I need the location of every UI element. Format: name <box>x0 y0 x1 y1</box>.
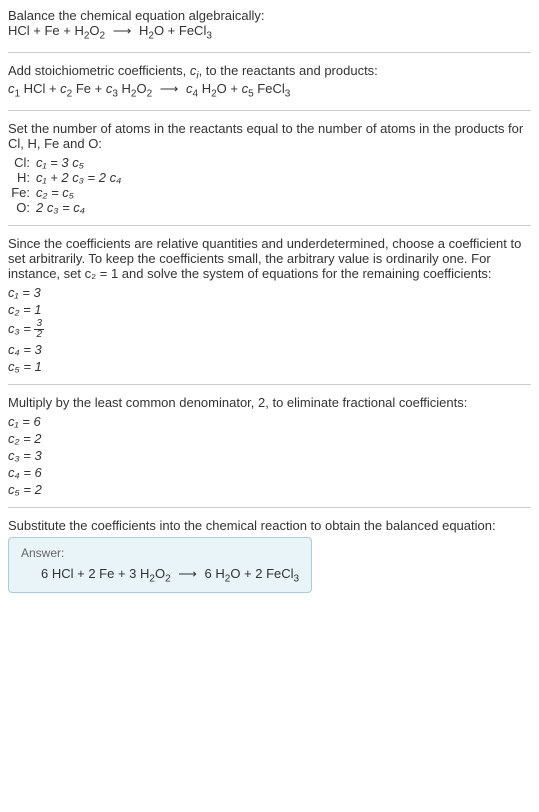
atom-equation: c₂ = c₅ <box>36 185 531 200</box>
coeff-list: c₁ = 6 c₂ = 2 c₃ = 3 c₄ = 6 c₅ = 2 <box>8 414 531 497</box>
divider <box>8 52 531 53</box>
coeff-row: c₃ = 32 <box>8 319 531 340</box>
coeff-row: c₅ = 1 <box>8 359 531 374</box>
atom-label: H: <box>8 170 36 185</box>
answer-label: Answer: <box>21 546 299 560</box>
multiply-text: Multiply by the least common denominator… <box>8 395 531 410</box>
answer-box: Answer: 6 HCl + 2 Fe + 3 H2O2 ⟶ 6 H2O + … <box>8 537 312 594</box>
substitute-section: Substitute the coefficients into the che… <box>8 518 531 594</box>
coeff-row: c₃ = 3 <box>8 448 531 463</box>
atom-equation: 2 c₃ = c₄ <box>36 200 531 215</box>
atom-label: O: <box>8 200 36 215</box>
divider <box>8 110 531 111</box>
arrow-icon: ⟶ <box>178 566 197 582</box>
atoms-section: Set the number of atoms in the reactants… <box>8 121 531 215</box>
substitute-text: Substitute the coefficients into the che… <box>8 518 531 533</box>
arrow-icon: ⟶ <box>160 81 179 97</box>
divider <box>8 384 531 385</box>
atom-equation: c₁ = 3 c₅ <box>36 155 531 170</box>
coeff-row: c₂ = 2 <box>8 431 531 446</box>
answer-equation: 6 HCl + 2 Fe + 3 H2O2 ⟶ 6 H2O + 2 FeCl3 <box>21 566 299 585</box>
coeff-row: c₄ = 3 <box>8 342 531 357</box>
stoich-section: Add stoichiometric coefficients, ci, to … <box>8 63 531 100</box>
coeff-row: c₁ = 6 <box>8 414 531 429</box>
choose-text: Since the coefficients are relative quan… <box>8 236 531 281</box>
arrow-icon: ⟶ <box>113 23 132 39</box>
fraction: 32 <box>34 319 44 340</box>
divider <box>8 507 531 508</box>
atom-row: O: 2 c₃ = c₄ <box>8 200 531 215</box>
coeff-list: c₁ = 3 c₂ = 1 c₃ = 32 c₄ = 3 c₅ = 1 <box>8 285 531 374</box>
stoich-text: Add stoichiometric coefficients, ci, to … <box>8 63 531 82</box>
atom-row: Fe: c₂ = c₅ <box>8 185 531 200</box>
intro-text: Balance the chemical equation algebraica… <box>8 8 531 23</box>
intro-section: Balance the chemical equation algebraica… <box>8 8 531 42</box>
coeff-row: c₁ = 3 <box>8 285 531 300</box>
coeff-row: c₄ = 6 <box>8 465 531 480</box>
divider <box>8 225 531 226</box>
atom-row: H: c₁ + 2 c₃ = 2 c₄ <box>8 170 531 185</box>
atoms-intro: Set the number of atoms in the reactants… <box>8 121 531 151</box>
coeff-row: c₂ = 1 <box>8 302 531 317</box>
choose-section: Since the coefficients are relative quan… <box>8 236 531 374</box>
atom-label: Fe: <box>8 185 36 200</box>
atom-row: Cl: c₁ = 3 c₅ <box>8 155 531 170</box>
atoms-table: Cl: c₁ = 3 c₅ H: c₁ + 2 c₃ = 2 c₄ Fe: c₂… <box>8 155 531 215</box>
multiply-section: Multiply by the least common denominator… <box>8 395 531 497</box>
intro-equation: HCl + Fe + H2O2 ⟶ H2O + FeCl3 <box>8 23 531 42</box>
coeff-row: c₅ = 2 <box>8 482 531 497</box>
atom-equation: c₁ + 2 c₃ = 2 c₄ <box>36 170 531 185</box>
atom-label: Cl: <box>8 155 36 170</box>
stoich-equation: c1 HCl + c2 Fe + c3 H2O2 ⟶ c4 H2O + c5 F… <box>8 81 531 100</box>
